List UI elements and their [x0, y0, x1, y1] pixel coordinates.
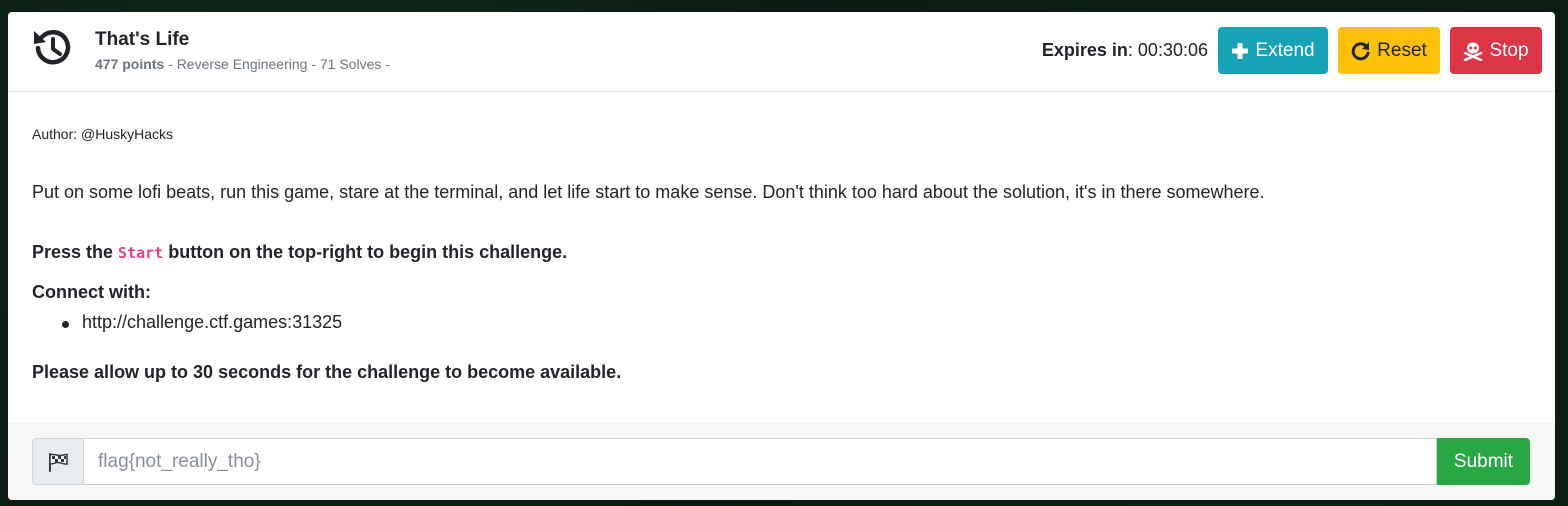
start-instruction-prefix: Press the — [32, 242, 119, 262]
submit-button[interactable]: Submit — [1437, 438, 1530, 485]
flag-addon — [32, 438, 84, 485]
start-code: Start — [118, 244, 164, 262]
points-value: 477 points — [95, 56, 165, 72]
reset-label: Reset — [1377, 39, 1427, 61]
stop-button[interactable]: Stop — [1450, 27, 1542, 74]
connect-label: Connect with: — [32, 282, 151, 302]
flag-submit-footer: Submit — [8, 423, 1555, 500]
challenge-card: That's Life 477 points - Reverse Enginee… — [8, 12, 1555, 500]
start-instruction: Press the Start button on the top-right … — [32, 242, 567, 263]
flag-input[interactable] — [84, 438, 1437, 485]
extend-button[interactable]: Extend — [1218, 27, 1328, 74]
expires-label: Expires in — [1041, 40, 1128, 60]
challenge-title: That's Life — [95, 29, 190, 50]
expires-value: : 00:30:06 — [1127, 40, 1208, 60]
flag-input-group: Submit — [32, 438, 1530, 485]
history-icon — [34, 29, 71, 65]
challenge-meta: 477 points - Reverse Engineering - 71 So… — [95, 56, 390, 72]
extend-label: Extend — [1255, 39, 1315, 61]
start-instruction-suffix: button on the top-right to begin this ch… — [163, 242, 568, 262]
connection-list: http://challenge.ctf.games:31325 — [32, 312, 342, 333]
skull-crossbones-icon — [1464, 42, 1483, 61]
reset-button[interactable]: Reset — [1338, 27, 1440, 74]
challenge-header: That's Life 477 points - Reverse Enginee… — [8, 12, 1555, 92]
category-solves: - Reverse Engineering - 71 Solves - — [164, 56, 390, 72]
author-line: Author: @HuskyHacks — [32, 126, 174, 142]
redo-icon — [1351, 41, 1370, 60]
challenge-description: Put on some lofi beats, run this game, s… — [32, 182, 1265, 202]
checkered-flag-icon — [49, 452, 68, 472]
plus-icon — [1232, 42, 1249, 59]
stop-label: Stop — [1489, 39, 1529, 61]
expires-timer: Expires in: 00:30:06 — [1042, 40, 1208, 61]
availability-note: Please allow up to 30 seconds for the ch… — [32, 362, 622, 382]
connection-item: http://challenge.ctf.games:31325 — [32, 312, 342, 333]
